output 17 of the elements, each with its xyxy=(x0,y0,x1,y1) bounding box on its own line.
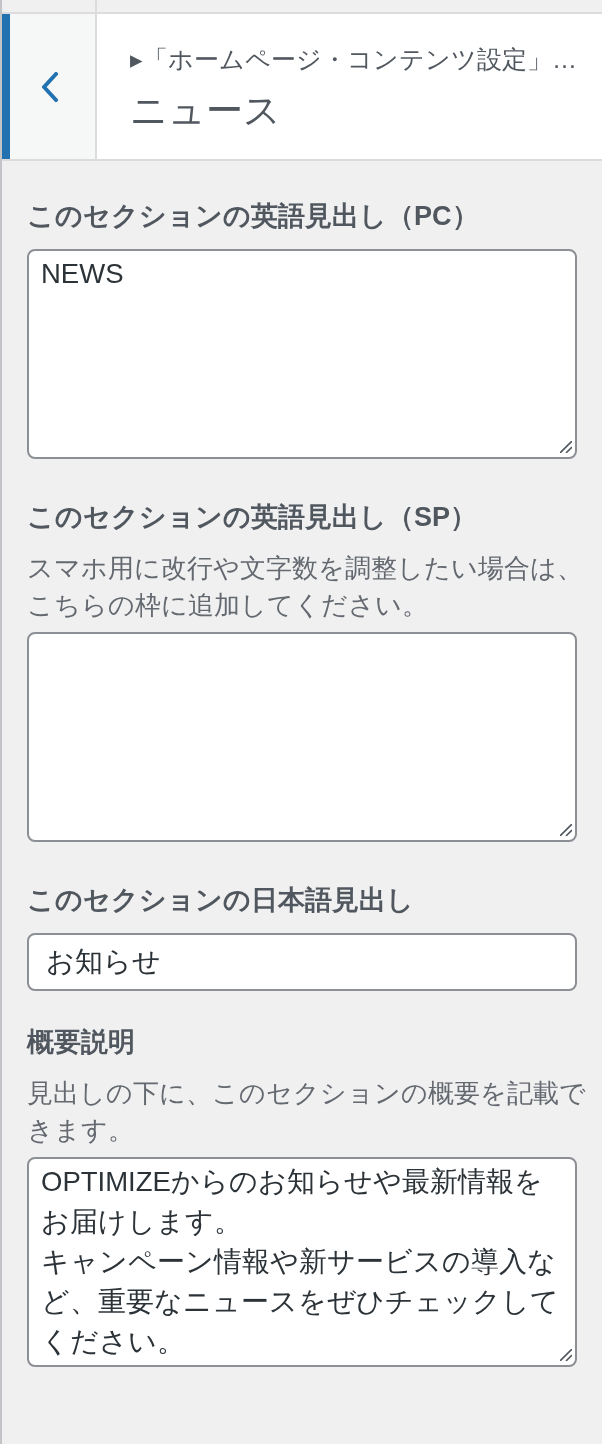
field-label: 概要説明 xyxy=(27,1026,136,1059)
field-description: スマホ用に改行や文字数を調整したい場合は、こちらの枠に追加してください。 xyxy=(27,552,584,622)
resize-handle-icon[interactable] xyxy=(560,824,572,836)
textarea-field[interactable] xyxy=(27,632,577,842)
back-button[interactable] xyxy=(2,14,97,159)
section-title: ニュース xyxy=(130,89,282,133)
textarea-field[interactable]: OPTIMIZEからのお知らせや最新情報をお届けします。 キャンペーン情報や新サービスの導入など、重要なニュースをぜひチェックしてください。 xyxy=(27,1157,577,1367)
textarea-field[interactable]: NEWS xyxy=(27,249,577,459)
breadcrumb-text: ▸「ホームページ・コンテンツ設定」… xyxy=(130,44,577,75)
field-label: このセクションの英語見出し（SP） xyxy=(27,501,479,534)
field-description: 見出しの下に、このセクションの概要を記載できます。 xyxy=(27,1077,587,1147)
field-label: このセクションの英語見出し（PC） xyxy=(27,200,480,233)
chevron-left-icon xyxy=(40,71,59,102)
text-input-field[interactable]: お知らせ xyxy=(27,933,577,991)
field-label: このセクションの日本語見出し xyxy=(27,884,415,917)
resize-handle-icon[interactable] xyxy=(560,441,572,453)
resize-handle-icon[interactable] xyxy=(560,1349,572,1361)
